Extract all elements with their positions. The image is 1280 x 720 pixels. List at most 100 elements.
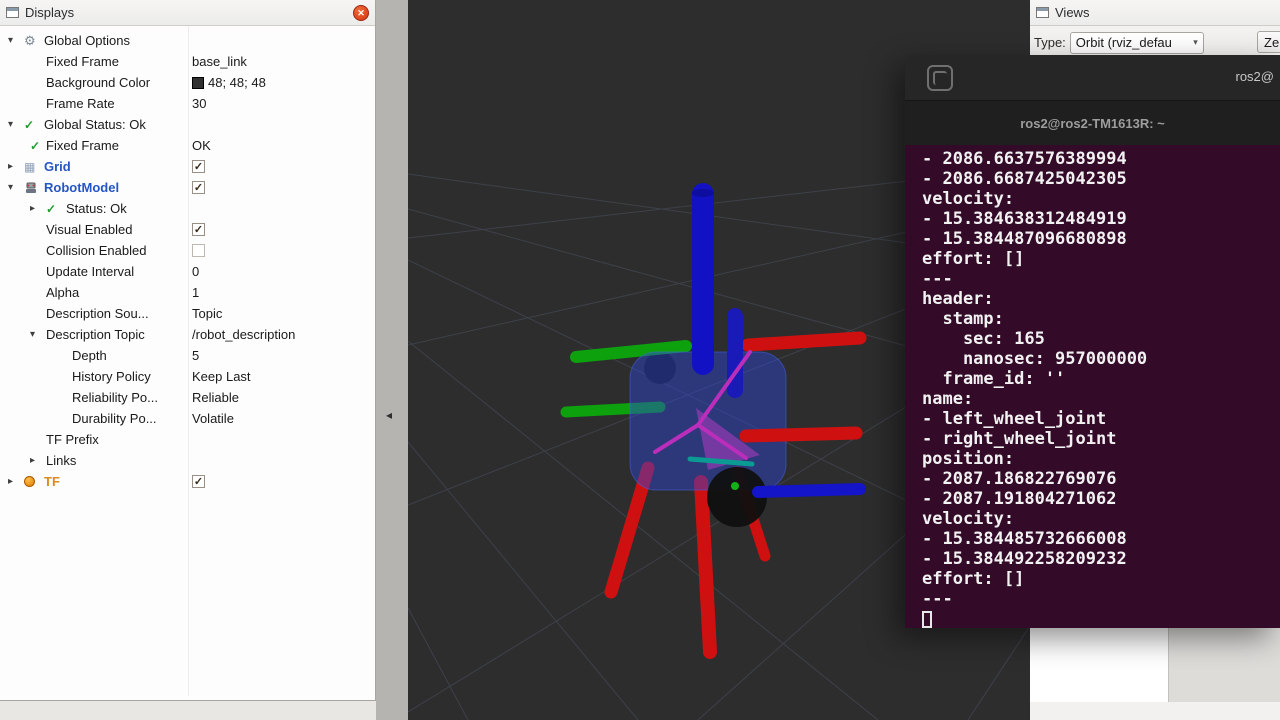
terminal-title: ros2@ros2-TM1613R: ~: [1020, 116, 1165, 131]
property-value[interactable]: 48; 48; 48: [192, 75, 266, 90]
check-icon[interactable]: ✓: [30, 139, 46, 153]
property-value[interactable]: Volatile: [192, 411, 234, 426]
new-tab-icon[interactable]: [927, 65, 953, 91]
terminal-line: - 2086.6637576389994: [922, 149, 1280, 169]
property-label: Global Status: Ok: [44, 117, 146, 132]
property-value[interactable]: 5: [192, 348, 199, 363]
terminal-output[interactable]: - 2086.6637576389994- 2086.6687425042305…: [905, 145, 1280, 628]
tree-row[interactable]: ▾ ⚙ Global Options: [0, 30, 375, 51]
chevron-down-icon: ▾: [1193, 37, 1198, 48]
enable-checkbox[interactable]: [192, 244, 205, 257]
tf-icon: [24, 476, 44, 487]
tree-row[interactable]: ▾ Description Topic /robot_description: [0, 324, 375, 345]
tree-row[interactable]: Reliability Po... Reliable: [0, 387, 375, 408]
time-panel-stub: [0, 700, 376, 720]
value-text: OK: [192, 138, 211, 153]
property-label: Global Options: [44, 33, 130, 48]
view-type-value: Orbit (rviz_defau: [1076, 35, 1189, 50]
property-value[interactable]: base_link: [192, 54, 247, 69]
property-value[interactable]: Reliable: [192, 390, 239, 405]
terminal-line: effort: []: [922, 569, 1280, 589]
view-type-dropdown[interactable]: Orbit (rviz_defau ▾: [1070, 32, 1204, 54]
terminal-line: - 15.384492258209232: [922, 549, 1280, 569]
tree-row[interactable]: Durability Po... Volatile: [0, 408, 375, 429]
tree-row[interactable]: ▾ RobotModel ✓: [0, 177, 375, 198]
property-value[interactable]: 0: [192, 264, 199, 279]
enable-checkbox[interactable]: ✓: [192, 475, 205, 488]
tree-row[interactable]: ▸ Links: [0, 450, 375, 471]
expander-icon[interactable]: ▾: [8, 182, 24, 193]
terminal-window[interactable]: ros2@ ros2@ros2-TM1613R: ~ - 2086.663757…: [905, 55, 1280, 628]
property-value[interactable]: 30: [192, 96, 206, 111]
displays-panel-titlebar[interactable]: Displays ✕: [0, 0, 375, 26]
expander-icon[interactable]: ▸: [8, 161, 24, 172]
tree-row[interactable]: Depth 5: [0, 345, 375, 366]
tree-row[interactable]: ✓ Fixed Frame OK: [0, 135, 375, 156]
terminal-line: - 2086.6687425042305: [922, 169, 1280, 189]
property-value[interactable]: 1: [192, 285, 199, 300]
property-label: Fixed Frame: [46, 138, 119, 153]
terminal-tab-label[interactable]: ros2@: [1236, 69, 1275, 84]
tree-row[interactable]: ▾ ✓ Global Status: Ok: [0, 114, 375, 135]
property-value[interactable]: OK: [192, 138, 211, 153]
property-label: Durability Po...: [72, 411, 157, 426]
terminal-line: stamp:: [922, 309, 1280, 329]
terminal-line: - 15.384638312484919: [922, 209, 1280, 229]
tree-row[interactable]: ▸ ▦ Grid ✓: [0, 156, 375, 177]
terminal-line: velocity:: [922, 189, 1280, 209]
view-type-label: Type:: [1034, 35, 1066, 50]
tree-row[interactable]: ▸ ✓ Status: Ok: [0, 198, 375, 219]
property-value[interactable]: Keep Last: [192, 369, 251, 384]
collapse-panel-icon[interactable]: ◂: [386, 408, 392, 422]
grid-icon: ▦: [24, 160, 44, 174]
tree-row[interactable]: Update Interval 0: [0, 261, 375, 282]
value-text: 30: [192, 96, 206, 111]
panel-splitter[interactable]: ◂: [377, 0, 408, 720]
displays-panel: Displays ✕ ▾ ⚙ Global Options Fixed Fram…: [0, 0, 376, 700]
expander-icon[interactable]: ▸: [30, 203, 46, 214]
terminal-line: name:: [922, 389, 1280, 409]
property-label: Update Interval: [46, 264, 134, 279]
property-value[interactable]: ✓: [192, 160, 205, 173]
views-panel-titlebar[interactable]: Views: [1030, 0, 1280, 26]
tree-row[interactable]: History Policy Keep Last: [0, 366, 375, 387]
value-text: Topic: [192, 306, 222, 321]
property-value[interactable]: ✓: [192, 475, 205, 488]
tree-row[interactable]: Alpha 1: [0, 282, 375, 303]
terminal-tabbar[interactable]: ros2@: [905, 55, 1280, 101]
expander-icon[interactable]: ▾: [8, 119, 24, 130]
tree-row[interactable]: Fixed Frame base_link: [0, 51, 375, 72]
value-text: 48; 48; 48: [208, 75, 266, 90]
property-value[interactable]: ✓: [192, 223, 205, 236]
terminal-titlebar[interactable]: ros2@ros2-TM1613R: ~: [905, 101, 1280, 145]
property-value[interactable]: /robot_description: [192, 327, 295, 342]
displays-panel-title: Displays: [25, 5, 74, 20]
check-icon: ✓: [24, 118, 44, 132]
enable-checkbox[interactable]: ✓: [192, 160, 205, 173]
tree-row[interactable]: Collision Enabled: [0, 240, 375, 261]
check-icon: ✓: [46, 202, 66, 216]
zero-button[interactable]: Ze: [1257, 31, 1280, 53]
tree-row[interactable]: Description Sou... Topic: [0, 303, 375, 324]
terminal-line: frame_id: '': [922, 369, 1280, 389]
tree-row[interactable]: TF Prefix: [0, 429, 375, 450]
property-value[interactable]: [192, 244, 205, 257]
expander-icon[interactable]: ▾: [8, 35, 24, 46]
terminal-line: - 2087.191804271062: [922, 489, 1280, 509]
expander-icon[interactable]: ▸: [30, 455, 46, 466]
property-value[interactable]: ✓: [192, 181, 205, 194]
property-value[interactable]: Topic: [192, 306, 222, 321]
tree-row[interactable]: Visual Enabled ✓: [0, 219, 375, 240]
close-icon[interactable]: ✕: [353, 5, 369, 21]
tree-row[interactable]: Frame Rate 30: [0, 93, 375, 114]
value-text: /robot_description: [192, 327, 295, 342]
tree-row[interactable]: Background Color 48; 48; 48: [0, 72, 375, 93]
expander-icon[interactable]: ▸: [8, 476, 24, 487]
enable-checkbox[interactable]: ✓: [192, 181, 205, 194]
tree-row[interactable]: ▸ TF ✓: [0, 471, 375, 492]
enable-checkbox[interactable]: ✓: [192, 223, 205, 236]
expander-icon[interactable]: ▾: [30, 329, 46, 340]
property-label: Description Sou...: [46, 306, 149, 321]
terminal-cursor: [922, 611, 932, 628]
terminal-line: ---: [922, 269, 1280, 289]
